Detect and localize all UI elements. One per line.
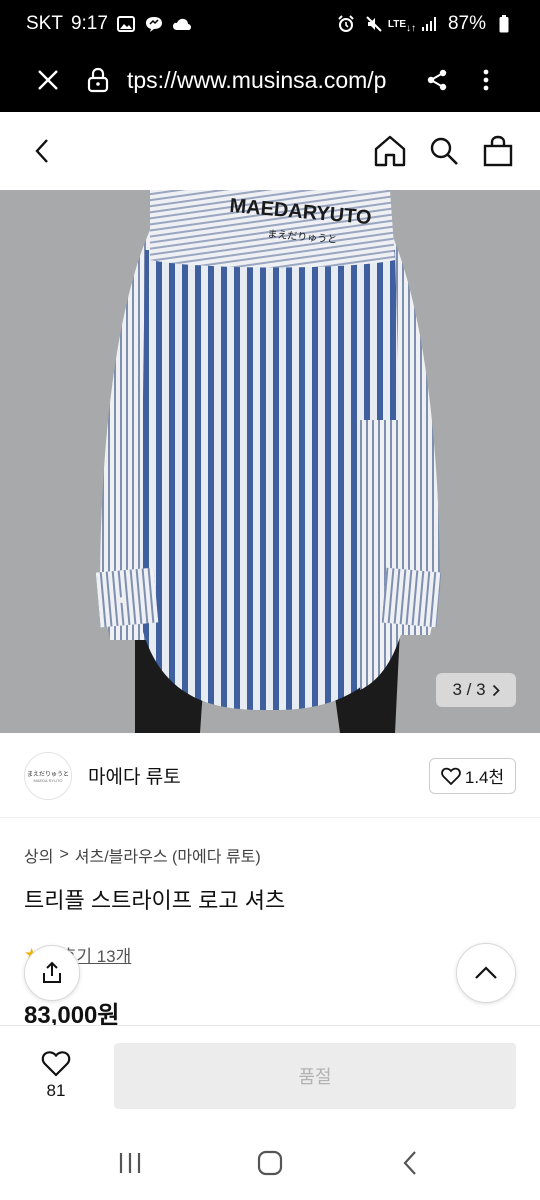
- soldout-button[interactable]: 품절: [114, 1042, 516, 1109]
- system-nav-bar: [0, 1125, 540, 1200]
- breadcrumb-separator: >: [59, 846, 69, 863]
- search-icon: [430, 137, 458, 165]
- home-nav-button[interactable]: [240, 1133, 300, 1193]
- share-product-button[interactable]: [24, 945, 80, 1001]
- app-header: [0, 112, 540, 190]
- search-button[interactable]: [422, 129, 466, 173]
- brand-like-count: 1.4천: [464, 768, 505, 787]
- heart-outline-icon: [441, 767, 461, 785]
- chevron-right-icon: [492, 684, 500, 696]
- battery-percent: 87%: [447, 13, 486, 34]
- brand-logo[interactable]: まえだりゅうと MAEDA RYUTO: [24, 751, 72, 800]
- browser-toolbar: tps://www.musinsa.com/p: [0, 48, 540, 112]
- bottom-action-bar: 81 품절: [0, 1025, 540, 1125]
- alarm-icon: [336, 14, 356, 34]
- back-nav-icon: [403, 1150, 416, 1175]
- close-icon: [38, 70, 58, 90]
- status-bar: SKT 9:17 LTE ↓↑ 87%: [0, 0, 540, 48]
- share-icon: [427, 69, 447, 91]
- breadcrumb-category[interactable]: 상의: [24, 843, 53, 867]
- shopping-bag-icon: [483, 135, 513, 167]
- more-menu-button[interactable]: [471, 60, 501, 100]
- breadcrumb: 상의 > 셔츠/블라우스 (마에다 류토): [24, 843, 261, 867]
- recent-apps-button[interactable]: [100, 1133, 160, 1193]
- image-counter[interactable]: 3 / 3: [436, 673, 516, 707]
- heart-icon: [41, 1051, 71, 1077]
- chevron-up-icon: [475, 966, 497, 979]
- status-left: SKT 9:17: [26, 13, 192, 35]
- lock-icon[interactable]: [83, 65, 113, 95]
- clock: 9:17: [70, 13, 108, 34]
- back-button[interactable]: [20, 129, 64, 173]
- product-image-carousel[interactable]: MAEDARYUTO まえだりゅうと 3 / 3: [0, 190, 540, 733]
- lte-indicator: LTE ↓↑: [387, 18, 417, 34]
- recent-apps-icon: [119, 1152, 141, 1173]
- messenger-icon: [144, 14, 164, 34]
- wishlist-button[interactable]: 81: [0, 1050, 112, 1101]
- more-vertical-icon: [483, 69, 489, 91]
- brand-row: まえだりゅうと MAEDA RYUTO 마에다 류토 1.4천: [0, 734, 540, 818]
- carrier-label: SKT: [26, 13, 63, 34]
- mute-icon: [364, 14, 384, 34]
- battery-icon: [494, 14, 514, 34]
- home-button[interactable]: [368, 129, 412, 173]
- product-title: 트리플 스트라이프 로고 셔츠: [24, 888, 286, 913]
- cloud-icon: [172, 14, 192, 34]
- home-nav-icon: [257, 1150, 283, 1175]
- home-icon: [374, 135, 406, 167]
- status-right: LTE ↓↑ 87%: [336, 13, 514, 35]
- back-chevron-icon: [35, 139, 48, 163]
- address-bar[interactable]: tps://www.musinsa.com/p: [127, 67, 401, 94]
- wishlist-count: 81: [46, 1081, 66, 1100]
- cart-button[interactable]: [476, 129, 520, 173]
- breadcrumb-subcategory[interactable]: 셔츠/블라우스 (마에다 류토): [75, 843, 261, 867]
- share-page-button[interactable]: [417, 60, 457, 100]
- close-tab-button[interactable]: [25, 57, 71, 103]
- brand-like-button[interactable]: 1.4천: [429, 757, 516, 794]
- share-upload-icon: [43, 961, 61, 983]
- brand-name-link[interactable]: 마에다 류토: [88, 762, 181, 789]
- gallery-icon: [116, 14, 136, 34]
- scroll-top-button[interactable]: [456, 943, 516, 1003]
- product-photo: MAEDARYUTO まえだりゅうと: [0, 190, 540, 733]
- back-nav-button[interactable]: [380, 1133, 440, 1193]
- signal-icon: [420, 14, 440, 34]
